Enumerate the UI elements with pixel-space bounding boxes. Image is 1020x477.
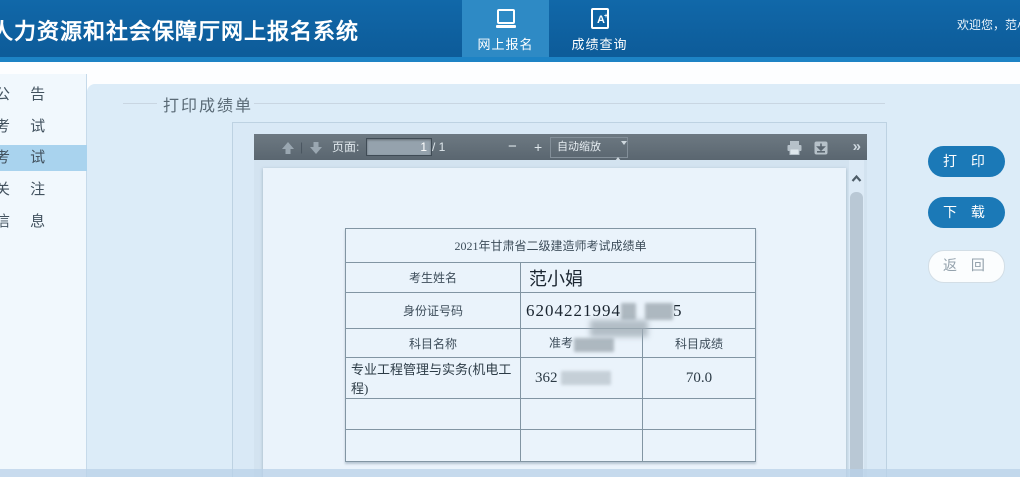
redaction-box (621, 303, 636, 321)
empty-cell (642, 429, 756, 462)
grade-a-plus-icon: A + (587, 8, 613, 32)
page-title: 打印成绩单 (163, 98, 254, 115)
name-label: 考生姓名 (345, 262, 521, 293)
download-button[interactable]: 下 载 (928, 197, 1005, 228)
redaction-smudge (590, 320, 648, 337)
sidebar-item-follow[interactable]: 关 注 (0, 177, 81, 203)
print-button[interactable]: 打 印 (928, 146, 1005, 177)
app-title: 人力资源和社会保障厅网上报名系统 (0, 19, 360, 44)
page-label: 页面: (332, 140, 360, 154)
empty-cell (345, 398, 521, 430)
page-total: / 1 (432, 140, 446, 154)
id-label: 身份证号码 (345, 292, 521, 329)
sidebar-item-exam-2[interactable]: 考 试 (0, 145, 87, 171)
welcome-text: 欢迎您，范小娟 (957, 18, 1020, 32)
page: 人力资源和社会保障厅网上报名系统 网上报名 A + 成绩查询 欢迎您，范小娟 (0, 0, 1020, 477)
back-button[interactable]: 返 回 (928, 250, 1005, 283)
sidebar-item-exam-1[interactable]: 考 试 (0, 114, 81, 140)
header-accent-strip (0, 57, 1020, 62)
score-sheet-table: 2021年甘肃省二级建造师考试成绩单 考生姓名 范小娟 身份证号码 620422… (345, 228, 756, 462)
pdf-toolbar: | 页面: / 1 − + 自动缩放 (254, 134, 867, 161)
redaction-box (645, 303, 673, 321)
ticket-cell: 362 (535, 370, 558, 386)
chevron-up-icon[interactable] (850, 172, 863, 186)
pdf-frame: | 页面: / 1 − + 自动缩放 (232, 122, 887, 477)
col-subject-header: 科目名称 (345, 328, 521, 358)
pdf-scrollbar[interactable] (849, 160, 864, 477)
double-chevron-right-icon[interactable]: » (853, 134, 861, 160)
tab-score-query[interactable]: A + 成绩查询 (556, 0, 643, 57)
sidebar: 公 告 考 试 考 试 关 注 信 息 (0, 74, 87, 477)
sidebar-item-notice[interactable]: 公 告 (0, 82, 81, 108)
pdf-page: 2021年甘肃省二级建造师考试成绩单 考生姓名 范小娟 身份证号码 620422… (263, 168, 846, 477)
id-value-tail: 5 (673, 300, 683, 320)
id-value: 6204221994 (526, 300, 621, 320)
redaction-box (560, 371, 611, 386)
empty-cell (520, 398, 643, 430)
subject-cell: 专业工程管理与实务(机电工程) (345, 357, 521, 399)
score-sheet-title: 2021年甘肃省二级建造师考试成绩单 (345, 228, 756, 263)
legend-line-left (123, 103, 157, 104)
tab-online-registration[interactable]: 网上报名 (462, 0, 549, 57)
zoom-mode-value: 自动缩放 (557, 141, 601, 153)
empty-cell (520, 429, 643, 462)
svg-text:+: + (604, 13, 608, 20)
minus-icon[interactable]: − (508, 134, 517, 160)
name-value: 范小娟 (529, 268, 583, 289)
pdf-viewer: 2021年甘肃省二级建造师考试成绩单 考生姓名 范小娟 身份证号码 620422… (254, 160, 867, 477)
tab-label: 成绩查询 (571, 37, 628, 52)
zoom-mode-select[interactable]: 自动缩放 (550, 137, 628, 161)
sidebar-item-info[interactable]: 信 息 (0, 209, 81, 235)
tab-label: 网上报名 (477, 37, 534, 52)
empty-cell (642, 398, 756, 430)
score-cell: 70.0 (642, 357, 756, 399)
monitor-icon (493, 8, 519, 32)
page-number-input[interactable] (366, 138, 432, 156)
plus-icon[interactable]: + (534, 134, 542, 160)
app-header: 人力资源和社会保障厅网上报名系统 网上报名 A + 成绩查询 欢迎您，范小娟 (0, 0, 1020, 62)
bottom-edge-strip (0, 469, 1020, 477)
select-carets-icon (615, 141, 627, 161)
redaction-box (574, 337, 614, 352)
legend-line-right (254, 103, 885, 104)
empty-cell (345, 429, 521, 462)
col-score-header: 科目成绩 (642, 328, 756, 358)
scrollbar-thumb[interactable] (850, 192, 863, 477)
toolbar-separator: | (300, 140, 304, 154)
